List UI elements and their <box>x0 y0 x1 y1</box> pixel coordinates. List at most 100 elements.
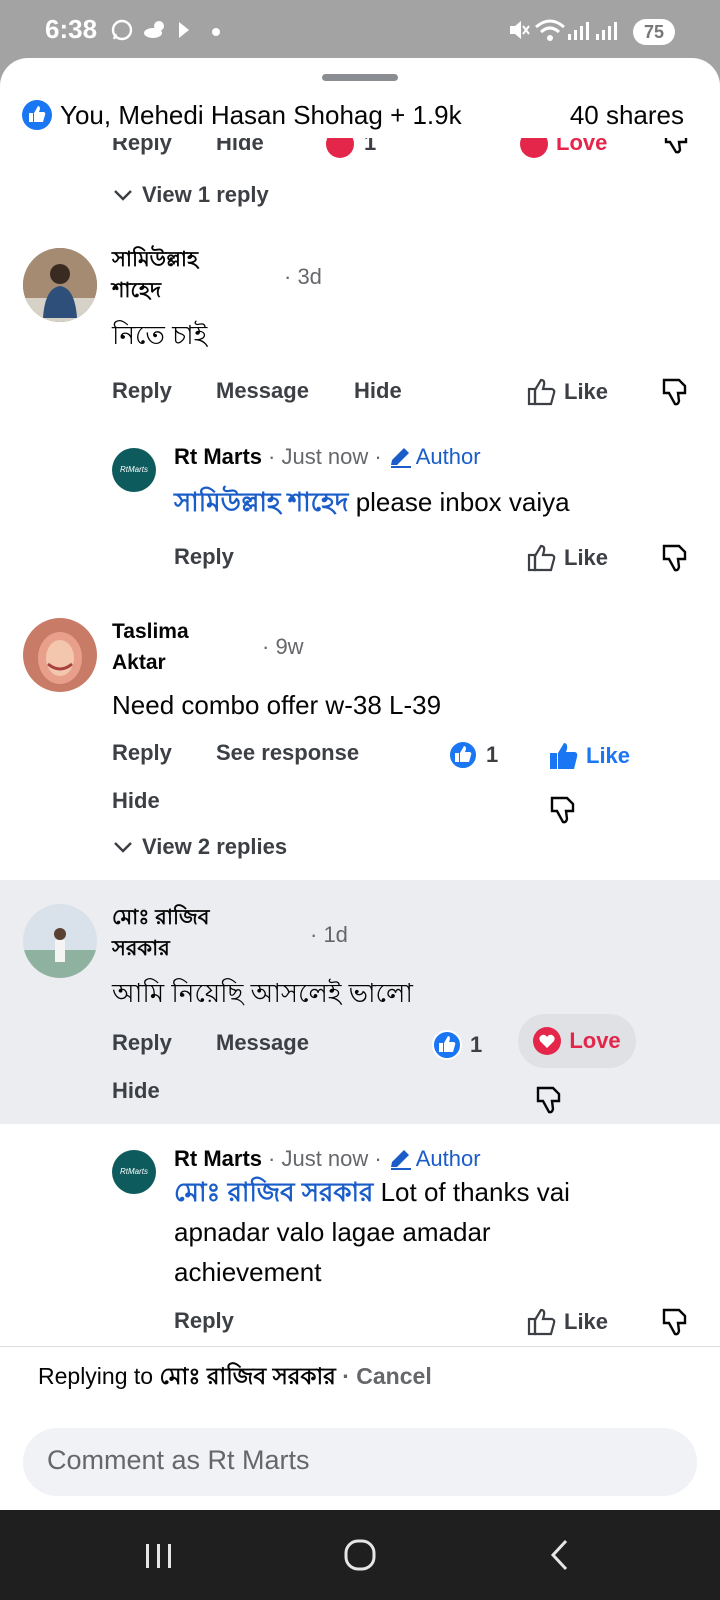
comment-author-name[interactable]: সামিউল্লাহ শাহেদ <box>112 244 198 306</box>
view-replies-label: View 2 replies <box>142 834 288 859</box>
dislike-icon[interactable] <box>662 138 690 156</box>
comment-text: Need combo offer w-38 L-39 <box>112 690 442 720</box>
like-button[interactable]: Like <box>526 376 608 408</box>
reply-button[interactable]: Reply <box>112 1030 172 1056</box>
hide-button[interactable]: Hide <box>112 788 160 814</box>
love-icon <box>520 138 548 158</box>
comments-sheet: You, Mehedi Hasan Shohag + 1.9k 40 share… <box>0 58 720 1510</box>
comment-text: আমি নিয়েছি আসলেই ভালো <box>112 978 413 1008</box>
mention-link[interactable]: সামিউল্লাহ শাহেদ <box>174 487 348 517</box>
like-icon <box>448 740 478 770</box>
like-icon <box>527 544 556 572</box>
arrow-icon <box>179 22 189 38</box>
mention-link[interactable]: মোঃ রাজিব সরকার <box>174 1177 373 1207</box>
avatar-image <box>23 248 97 322</box>
author-badge: Author <box>415 444 481 469</box>
recents-icon[interactable] <box>142 1542 176 1570</box>
dislike-icon[interactable] <box>660 1306 690 1338</box>
notification-dot <box>212 28 220 36</box>
see-response-button[interactable]: See response <box>216 740 359 766</box>
view-replies-toggle[interactable]: View 2 replies <box>112 834 287 860</box>
like-button[interactable]: Like <box>526 542 608 574</box>
like-icon <box>527 1308 556 1336</box>
status-bar: 6:38 75 <box>0 0 720 62</box>
reaction-summary[interactable]: 1 <box>448 740 498 770</box>
page-logo[interactable]: RtMarts <box>112 448 156 492</box>
reply-header: Rt Marts · Just now · Author <box>174 1146 481 1172</box>
shares-count[interactable]: 40 shares <box>570 100 684 131</box>
love-button[interactable]: Love <box>518 1014 636 1068</box>
like-button[interactable]: Like <box>526 1306 608 1338</box>
pencil-icon <box>390 1150 411 1170</box>
comment-input-placeholder: Comment as Rt Marts <box>47 1445 310 1475</box>
reply-text: সামিউল্লাহ শাহেদ please inbox vaiya <box>174 487 570 517</box>
home-icon[interactable] <box>343 1538 377 1572</box>
like-button[interactable]: Like <box>548 740 630 772</box>
reply-button[interactable]: Reply <box>112 740 172 766</box>
wifi-icon <box>535 19 565 41</box>
avatar-image <box>23 618 97 692</box>
love-icon <box>326 138 354 158</box>
love-label: Love <box>569 1028 621 1053</box>
reply-button[interactable]: Reply <box>174 1308 234 1334</box>
comment-timestamp: · 3d <box>284 264 322 289</box>
status-time: 6:38 <box>45 14 98 44</box>
reply-button[interactable]: Reply <box>112 138 172 156</box>
signal-icon <box>568 22 617 40</box>
reaction-count: 1 <box>486 742 499 767</box>
like-label: Like <box>564 545 609 570</box>
comment-timestamp: · 1d <box>310 922 348 947</box>
replying-to-target: মোঃ রাজিব সরকার <box>159 1363 336 1389</box>
comment-author-name[interactable]: মোঃ রাজিব সরকার <box>112 902 209 964</box>
author-badge: Author <box>415 1146 481 1171</box>
reaction-count: 1 <box>364 138 377 155</box>
like-icon <box>22 100 52 130</box>
divider <box>0 1346 720 1347</box>
chevron-down-icon <box>114 842 132 853</box>
hide-button[interactable]: Hide <box>112 1078 160 1104</box>
chevron-down-icon <box>114 190 132 201</box>
view-replies-label: View 1 reply <box>142 182 269 207</box>
dislike-icon[interactable] <box>548 794 578 826</box>
avatar[interactable] <box>23 248 97 322</box>
reactors-summary[interactable]: You, Mehedi Hasan Shohag + 1.9k <box>60 100 462 131</box>
view-replies-toggle[interactable]: View 1 reply <box>112 182 269 208</box>
like-icon <box>432 1030 462 1060</box>
avatar[interactable] <box>23 618 97 692</box>
reply-button[interactable]: Reply <box>174 544 234 570</box>
avatar-image <box>23 904 97 978</box>
mute-icon <box>510 21 530 39</box>
comment-text: নিতে চাই <box>112 320 208 350</box>
reaction-summary[interactable]: 1 <box>432 1030 482 1060</box>
reply-header: Rt Marts · Just now · Author <box>174 444 481 470</box>
reply-text: মোঃ রাজিব সরকার Lot of thanks vai apnada… <box>174 1177 570 1287</box>
message-button[interactable]: Message <box>216 378 309 404</box>
dislike-icon[interactable] <box>660 376 690 408</box>
reply-timestamp: · Just now · <box>268 444 382 469</box>
dislike-icon[interactable] <box>660 542 690 574</box>
drag-handle[interactable] <box>322 74 398 81</box>
avatar[interactable] <box>23 904 97 978</box>
comment-input[interactable]: Comment as Rt Marts <box>23 1428 697 1496</box>
cancel-reply-button[interactable]: Cancel <box>356 1363 431 1389</box>
dislike-icon[interactable] <box>534 1084 564 1116</box>
reply-author-name[interactable]: Rt Marts <box>174 444 262 470</box>
battery-indicator: 75 <box>633 19 675 45</box>
comment-author-name[interactable]: Taslima Aktar <box>112 616 189 678</box>
like-label: Like <box>586 743 631 768</box>
replying-to-label: Replying to <box>38 1363 154 1389</box>
reply-timestamp: · Just now · <box>268 1146 382 1171</box>
reply-button[interactable]: Reply <box>112 378 172 404</box>
like-label: Like <box>564 379 609 404</box>
back-icon[interactable] <box>548 1538 572 1572</box>
message-button[interactable]: Message <box>216 1030 309 1056</box>
like-label: Like <box>564 1309 609 1334</box>
replying-to-bar: Replying to মোঃ রাজিব সরকার · Cancel <box>38 1363 432 1389</box>
comment-timestamp: · 9w <box>262 634 304 659</box>
love-button[interactable]: Love <box>556 138 607 156</box>
system-nav-bar <box>0 1510 720 1600</box>
hide-button[interactable]: Hide <box>354 378 402 404</box>
reply-author-name[interactable]: Rt Marts <box>174 1146 262 1172</box>
page-logo[interactable]: RtMarts <box>112 1150 156 1194</box>
hide-button[interactable]: Hide <box>216 138 264 156</box>
